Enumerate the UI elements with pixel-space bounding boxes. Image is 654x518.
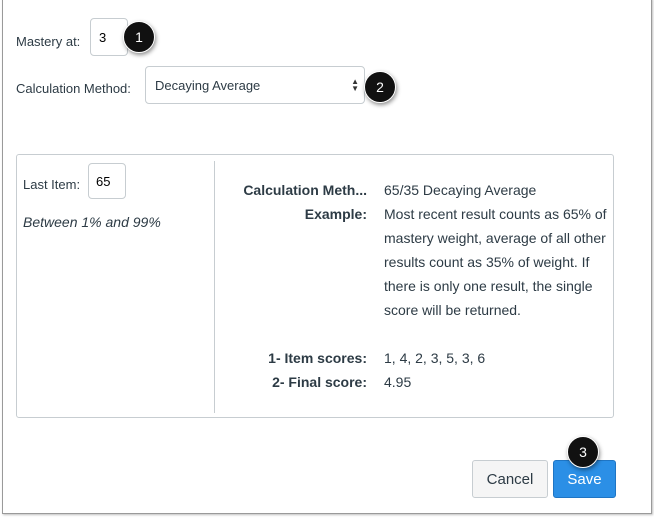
example-value: Most recent result counts as 65% of mast… bbox=[384, 206, 607, 318]
calculation-method-label: Calculation Method: bbox=[16, 81, 131, 96]
calculation-method-select[interactable]: Decaying Average ▲ ▼ bbox=[145, 66, 365, 104]
range-hint: Between 1% and 99% bbox=[23, 214, 161, 230]
mastery-label: Mastery at: bbox=[16, 34, 81, 49]
callout-badge-1: 1 bbox=[123, 21, 155, 53]
final-score-key: 2- Final score: bbox=[272, 374, 367, 390]
calculation-details-panel: Last Item: Between 1% and 99% Calculatio… bbox=[16, 154, 614, 418]
last-item-label: Last Item: bbox=[23, 177, 81, 192]
last-item-input[interactable] bbox=[88, 163, 126, 199]
callout-badge-2: 2 bbox=[364, 71, 396, 103]
select-arrows-icon: ▲ ▼ bbox=[351, 77, 359, 93]
final-score-value: 4.95 bbox=[384, 374, 412, 390]
cancel-button[interactable]: Cancel bbox=[472, 460, 548, 498]
item-scores-key: 1- Item scores: bbox=[268, 350, 367, 366]
callout-badge-3: 3 bbox=[567, 436, 599, 468]
item-scores-value: 1, 4, 2, 3, 5, 3, 6 bbox=[384, 350, 486, 366]
method-value: 65/35 Decaying Average bbox=[384, 182, 537, 198]
divider bbox=[214, 161, 215, 413]
example-key: Example: bbox=[304, 206, 367, 222]
method-key: Calculation Meth... bbox=[243, 182, 367, 198]
calculation-method-value: Decaying Average bbox=[155, 78, 261, 93]
